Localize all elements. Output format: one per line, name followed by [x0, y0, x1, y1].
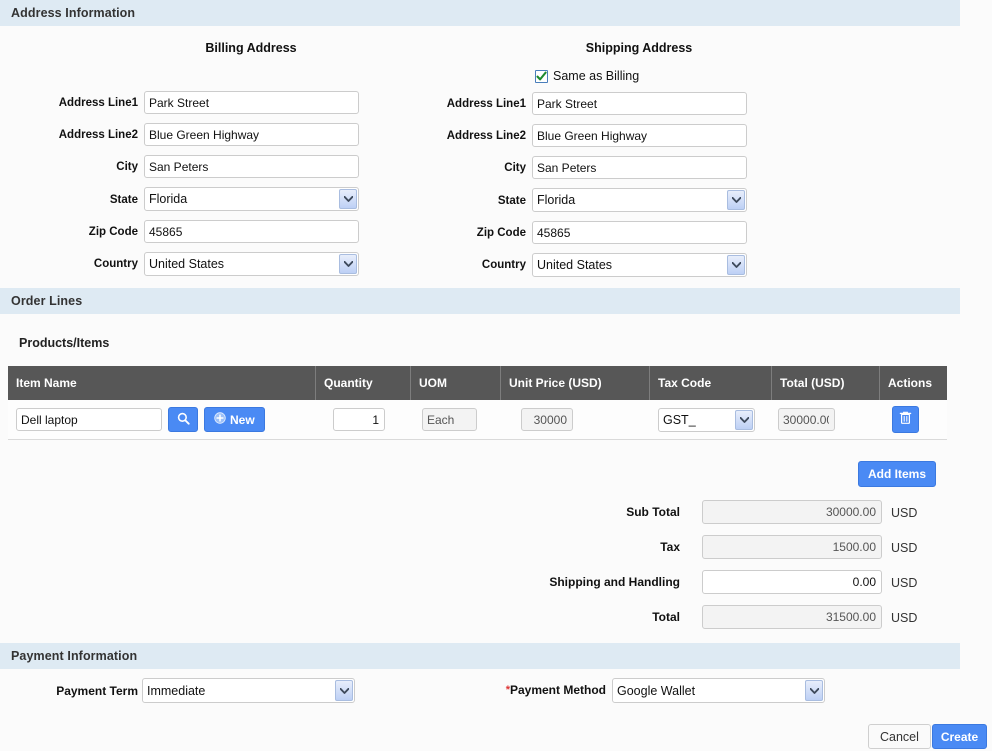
search-icon: [177, 412, 190, 428]
trash-icon: [899, 411, 912, 428]
same-as-billing-checkbox[interactable]: [535, 69, 548, 83]
col-item-name: Item Name: [8, 366, 316, 400]
shipping-label-state: State: [497, 195, 526, 207]
cancel-button-label: Cancel: [880, 729, 919, 744]
billing-label-zip: Zip Code: [88, 226, 138, 238]
cell-quantity: [316, 400, 411, 439]
cell-total: [772, 400, 880, 439]
shipping-handling-input[interactable]: [702, 570, 882, 594]
tax-code-select[interactable]: GST_: [658, 407, 755, 432]
sub-total-label: Sub Total: [626, 505, 680, 519]
payment-term-select[interactable]: Immediate: [142, 678, 355, 703]
billing-line2-input[interactable]: [144, 123, 359, 146]
billing-state-select-wrap[interactable]: Florida: [144, 187, 359, 211]
table-row: New GST_: [8, 400, 947, 440]
billing-address-heading: Billing Address: [205, 41, 297, 55]
shipping-city-input[interactable]: [532, 156, 747, 179]
shipping-state-select[interactable]: Florida: [532, 188, 747, 212]
shipping-country-select[interactable]: United States: [532, 253, 747, 277]
shipping-handling-currency: USD: [891, 576, 918, 590]
shipping-label-city: City: [504, 162, 526, 174]
payment-method-select[interactable]: Google Wallet: [612, 678, 825, 703]
new-item-button-label: New: [230, 412, 255, 427]
col-tax-code: Tax Code: [650, 366, 772, 400]
section-title-address-information: Address Information: [11, 6, 136, 20]
col-actions: Actions: [888, 376, 933, 390]
new-item-button[interactable]: New: [204, 407, 265, 432]
col-uom: UOM: [411, 366, 501, 400]
col-total: Total (USD): [772, 366, 880, 400]
billing-zip-input[interactable]: [144, 220, 359, 243]
section-header-order-lines: Order Lines: [0, 288, 960, 314]
payment-term-label: Payment Term: [56, 684, 138, 698]
shipping-country-select-wrap[interactable]: United States: [532, 253, 747, 277]
shipping-line2-input[interactable]: [532, 124, 747, 147]
section-header-address-information: Address Information: [0, 0, 960, 26]
billing-label-state: State: [109, 194, 138, 206]
sub-total-input: [702, 500, 882, 524]
billing-label-city: City: [116, 161, 138, 173]
delete-line-button[interactable]: [892, 406, 919, 433]
shipping-line1-input[interactable]: [532, 92, 747, 115]
tax-currency: USD: [891, 541, 918, 555]
shipping-address-heading: Shipping Address: [585, 41, 693, 55]
add-items-button-label: Add Items: [868, 467, 927, 481]
payment-method-select-wrap[interactable]: Google Wallet: [612, 678, 825, 703]
total-label: Total: [652, 610, 680, 624]
cell-item-name: New: [8, 400, 316, 439]
uom-input: [422, 408, 477, 431]
payment-method-label-text: Payment Method: [509, 683, 606, 697]
same-as-billing-row[interactable]: Same as Billing: [535, 69, 639, 83]
table-header-row: Item Name Quantity UOM Unit Price (USD) …: [8, 366, 947, 400]
tax-label: Tax: [660, 540, 680, 554]
cell-actions: [880, 400, 947, 439]
total-currency: USD: [891, 611, 918, 625]
plus-circle-icon: [214, 412, 226, 427]
tax-code-select-wrap[interactable]: GST_: [658, 407, 755, 432]
billing-label-country: Country: [93, 258, 138, 270]
col-unit-price: Unit Price (USD): [501, 366, 650, 400]
col-quantity: Quantity: [316, 366, 411, 400]
shipping-label-line2: Address Line2: [446, 130, 526, 142]
total-input: [702, 605, 882, 629]
payment-term-select-wrap[interactable]: Immediate: [142, 678, 355, 703]
billing-country-select-wrap[interactable]: United States: [144, 252, 359, 276]
billing-label-line1: Address Line1: [58, 97, 138, 109]
shipping-label-line1: Address Line1: [446, 98, 526, 110]
shipping-state-select-wrap[interactable]: Florida: [532, 188, 747, 212]
shipping-label-country: Country: [481, 259, 526, 271]
billing-label-line2: Address Line2: [58, 129, 138, 141]
cell-tax-code: GST_: [650, 400, 772, 439]
section-header-payment-information: Payment Information: [0, 643, 960, 669]
section-title-payment-information: Payment Information: [11, 649, 138, 663]
shipping-zip-input[interactable]: [532, 221, 747, 244]
create-button-label: Create: [940, 729, 979, 744]
order-lines-table: Item Name Quantity UOM Unit Price (USD) …: [8, 366, 947, 440]
quantity-input[interactable]: [333, 408, 385, 431]
create-button[interactable]: Create: [932, 724, 987, 749]
section-title-order-lines: Order Lines: [11, 294, 83, 308]
unit-price-input: [521, 408, 573, 431]
order-form-page: Address Information Billing Address Ship…: [0, 0, 992, 751]
cell-unit-price: [501, 400, 650, 439]
payment-method-label: *Payment Method: [470, 683, 606, 697]
products-items-heading: Products/Items: [19, 336, 110, 350]
sub-total-currency: USD: [891, 506, 918, 520]
cell-uom: [411, 400, 501, 439]
line-total-input: [778, 408, 835, 431]
cancel-button[interactable]: Cancel: [868, 724, 931, 749]
billing-line1-input[interactable]: [144, 91, 359, 114]
billing-city-input[interactable]: [144, 155, 359, 178]
shipping-handling-label: Shipping and Handling: [549, 575, 680, 589]
item-name-input[interactable]: [16, 408, 162, 431]
billing-state-select[interactable]: Florida: [144, 187, 359, 211]
tax-input: [702, 535, 882, 559]
item-search-button[interactable]: [168, 407, 198, 432]
same-as-billing-label: Same as Billing: [553, 69, 640, 83]
add-items-button[interactable]: Add Items: [858, 461, 937, 487]
billing-country-select[interactable]: United States: [144, 252, 359, 276]
shipping-label-zip: Zip Code: [476, 227, 526, 239]
